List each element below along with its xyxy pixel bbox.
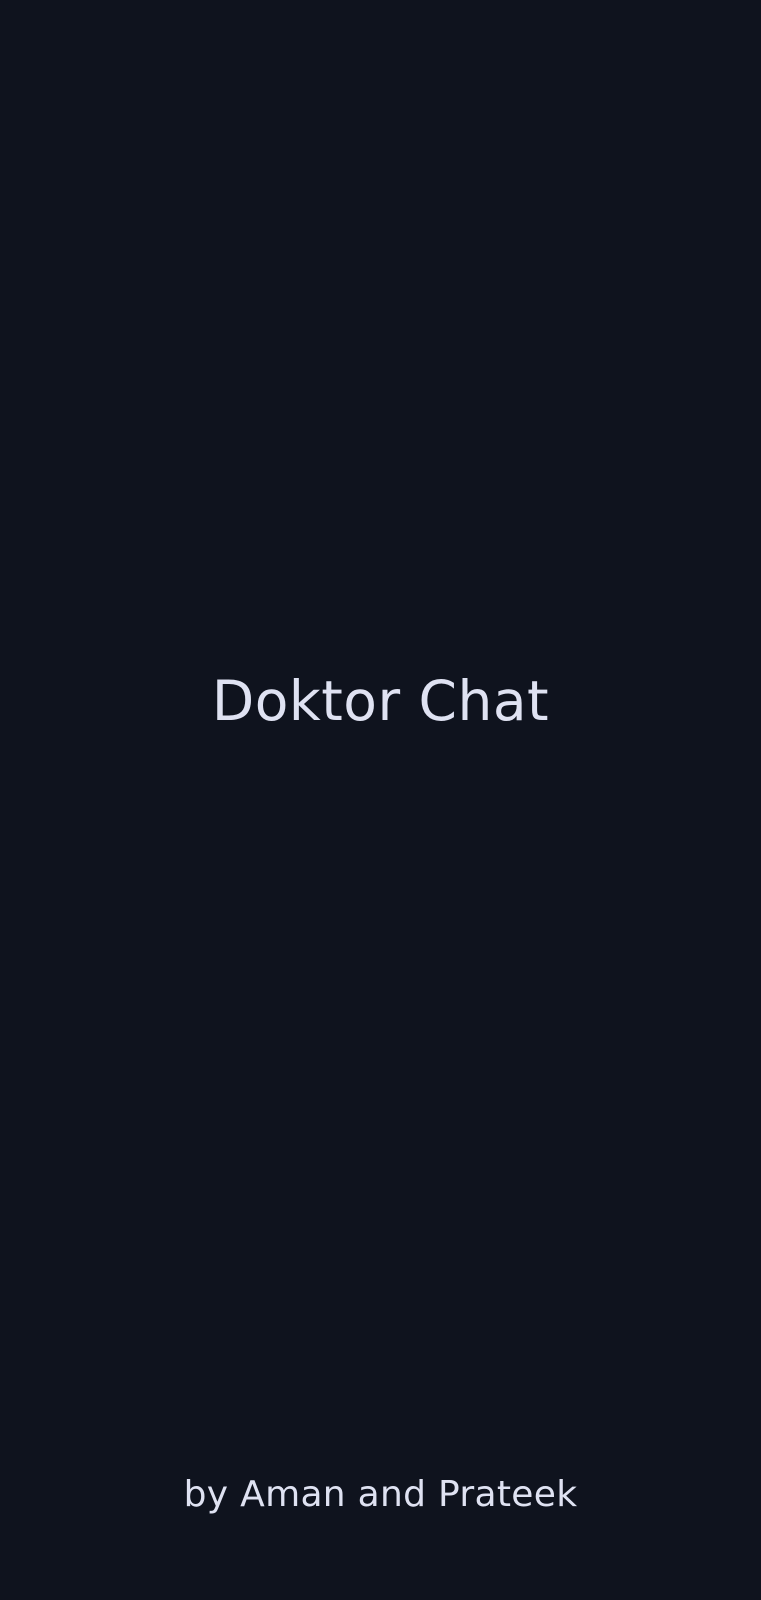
app-title: Doktor Chat [211,669,550,733]
splash-screen: Doktor Chat by Aman and Prateek [0,0,761,1600]
credits-text: by Aman and Prateek [183,1474,578,1515]
